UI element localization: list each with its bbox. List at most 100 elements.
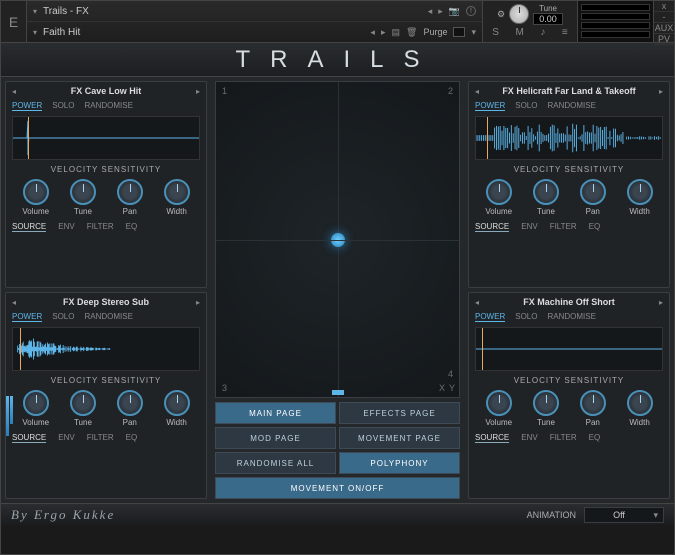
- knob-tune[interactable]: [70, 390, 96, 416]
- slot-prev-icon[interactable]: ◂: [12, 87, 16, 96]
- slot-subtab-source[interactable]: SOURCE: [12, 433, 46, 443]
- title-bar: TRAILS: [1, 43, 674, 77]
- animation-select[interactable]: Off: [584, 507, 664, 523]
- waveform[interactable]: [12, 116, 200, 160]
- slot-subtab-env[interactable]: ENV: [58, 433, 74, 443]
- slot-tab-power[interactable]: POWER: [12, 312, 42, 322]
- waveform[interactable]: [12, 327, 200, 371]
- slot-subtab-filter[interactable]: FILTER: [87, 222, 114, 232]
- slot-subtab-source[interactable]: SOURCE: [475, 433, 509, 443]
- slot-subtab-eq[interactable]: EQ: [126, 222, 138, 232]
- slot-bottom-tabs: SOURCE ENV FILTER EQ: [475, 432, 663, 444]
- camera-icon[interactable]: 📷: [449, 6, 460, 17]
- knob-pan[interactable]: [117, 179, 143, 205]
- knob-pan[interactable]: [580, 390, 606, 416]
- next-icon[interactable]: ▸: [438, 6, 443, 17]
- nav-movement-on-off[interactable]: MOVEMENT ON/OFF: [215, 477, 460, 499]
- knob-label: Volume: [485, 207, 512, 216]
- slot-subtab-env[interactable]: ENV: [58, 222, 74, 232]
- slot-subtab-filter[interactable]: FILTER: [550, 433, 577, 443]
- slot-subtab-filter[interactable]: FILTER: [550, 222, 577, 232]
- nav-movement-page[interactable]: MOVEMENT PAGE: [339, 427, 460, 449]
- knob-volume[interactable]: [486, 390, 512, 416]
- slot-prev-icon[interactable]: ◂: [475, 298, 479, 307]
- slot-subtab-env[interactable]: ENV: [521, 222, 537, 232]
- knob-width[interactable]: [627, 390, 653, 416]
- list-icon[interactable]: ▤: [391, 27, 400, 38]
- nav-effects-page[interactable]: EFFECTS PAGE: [339, 402, 460, 424]
- slot-next-icon[interactable]: ▸: [659, 87, 663, 96]
- waveform[interactable]: [475, 116, 663, 160]
- nav-mod-page[interactable]: MOD PAGE: [215, 427, 336, 449]
- slot-subtab-eq[interactable]: EQ: [589, 433, 601, 443]
- slot-tab-power[interactable]: POWER: [12, 101, 42, 111]
- knob-tune[interactable]: [70, 179, 96, 205]
- eq-icon[interactable]: ≡: [562, 27, 568, 38]
- gear-icon[interactable]: ⚙: [497, 9, 505, 20]
- xy-slider-handle[interactable]: [332, 390, 344, 395]
- preset-tri-icon[interactable]: ▾: [33, 28, 37, 37]
- slot-next-icon[interactable]: ▸: [196, 298, 200, 307]
- knob-volume[interactable]: [486, 179, 512, 205]
- s-button[interactable]: S: [492, 27, 499, 38]
- pv-icon[interactable]: PV: [654, 34, 674, 45]
- knob-width[interactable]: [164, 390, 190, 416]
- purge-tri-icon[interactable]: ▾: [471, 27, 476, 38]
- tune-value[interactable]: 0.00: [533, 13, 563, 25]
- nav-polyphony[interactable]: POLYPHONY: [339, 452, 460, 474]
- slot-prev-icon[interactable]: ◂: [475, 87, 479, 96]
- xy-ball[interactable]: [331, 233, 345, 247]
- knob-width[interactable]: [164, 179, 190, 205]
- knob-width[interactable]: [627, 179, 653, 205]
- nav-randomise-all[interactable]: RANDOMISE ALL: [215, 452, 336, 474]
- aux-button[interactable]: AUX: [654, 23, 674, 34]
- slot-subtab-env[interactable]: ENV: [521, 433, 537, 443]
- knob-row: VolumeTunePanWidth: [12, 177, 200, 218]
- bank-tri-icon[interactable]: ▾: [33, 7, 37, 16]
- info-icon[interactable]: !: [466, 6, 476, 16]
- knob-pan[interactable]: [117, 390, 143, 416]
- slot-tab-solo[interactable]: SOLO: [52, 101, 74, 111]
- knob-volume[interactable]: [23, 179, 49, 205]
- tune-knob[interactable]: [509, 4, 529, 24]
- purge-checkbox[interactable]: [453, 27, 465, 37]
- preset-prev-icon[interactable]: ◂: [370, 27, 375, 38]
- close-icon[interactable]: x: [654, 1, 674, 12]
- knob-label: Width: [166, 418, 186, 427]
- slot-subtab-eq[interactable]: EQ: [126, 433, 138, 443]
- knob-tune[interactable]: [533, 179, 559, 205]
- slot-subtab-source[interactable]: SOURCE: [475, 222, 509, 232]
- slot-subtab-filter[interactable]: FILTER: [87, 433, 114, 443]
- slot-tab-solo[interactable]: SOLO: [515, 101, 537, 111]
- minimize-icon[interactable]: -: [654, 12, 674, 23]
- slot-tab-power[interactable]: POWER: [475, 101, 505, 111]
- knob-volume[interactable]: [23, 390, 49, 416]
- trash-icon[interactable]: 🗑: [406, 27, 417, 38]
- slot-tab-solo[interactable]: SOLO: [515, 312, 537, 322]
- prev-icon[interactable]: ◂: [428, 6, 433, 17]
- slot-prev-icon[interactable]: ◂: [12, 298, 16, 307]
- slot-tab-randomise[interactable]: RANDOMISE: [547, 101, 595, 111]
- nav-main-page[interactable]: MAIN PAGE: [215, 402, 336, 424]
- slot-1: ◂FX Cave Low Hit▸ POWERSOLORANDOMISE VEL…: [5, 81, 207, 288]
- m-button[interactable]: M: [515, 27, 523, 38]
- slot-bottom-tabs: SOURCE ENV FILTER EQ: [475, 221, 663, 233]
- slot-tab-randomise[interactable]: RANDOMISE: [547, 312, 595, 322]
- voices-icon[interactable]: ♪: [540, 27, 545, 38]
- slot-next-icon[interactable]: ▸: [196, 87, 200, 96]
- center-column: 1 2 3 4 X Y MAIN PAGEEFFECTS PAGEMOD PAG…: [211, 77, 464, 503]
- slot-subtab-source[interactable]: SOURCE: [12, 222, 46, 232]
- slot-next-icon[interactable]: ▸: [659, 298, 663, 307]
- xy-pad[interactable]: 1 2 3 4 X Y: [215, 81, 460, 398]
- knob-tune[interactable]: [533, 390, 559, 416]
- slot-subtab-eq[interactable]: EQ: [589, 222, 601, 232]
- slot-tab-randomise[interactable]: RANDOMISE: [84, 101, 132, 111]
- waveform[interactable]: [475, 327, 663, 371]
- preset-next-icon[interactable]: ▸: [381, 27, 386, 38]
- knob-label: Volume: [22, 418, 49, 427]
- slot-tab-randomise[interactable]: RANDOMISE: [84, 312, 132, 322]
- slot-tab-power[interactable]: POWER: [475, 312, 505, 322]
- xy-corner-2: 2: [448, 86, 453, 96]
- slot-tab-solo[interactable]: SOLO: [52, 312, 74, 322]
- knob-pan[interactable]: [580, 179, 606, 205]
